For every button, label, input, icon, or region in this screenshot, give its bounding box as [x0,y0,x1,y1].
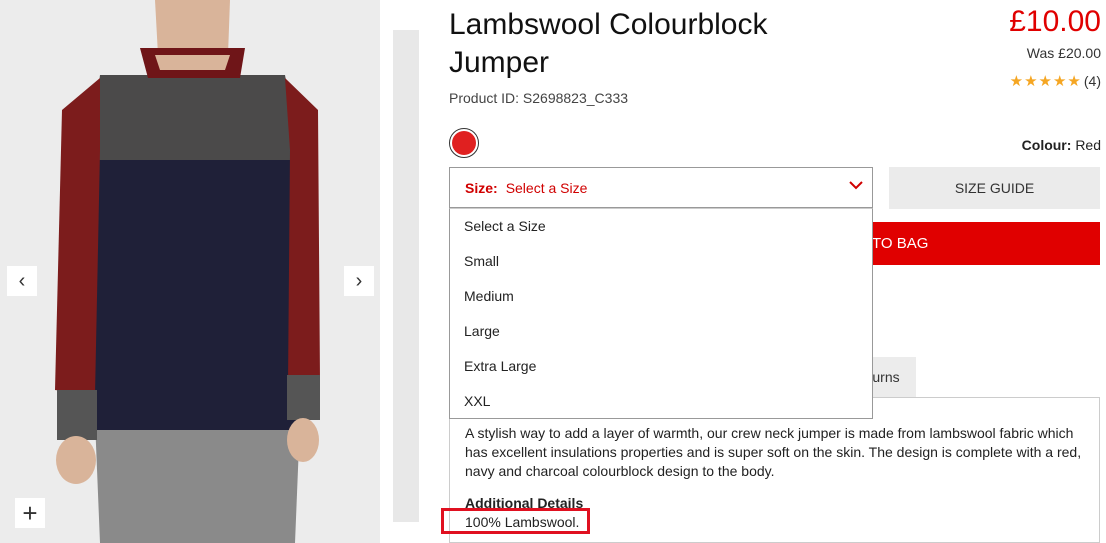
size-option-medium[interactable]: Medium [450,279,872,314]
colour-value: Red [1075,137,1101,153]
star-rating-icon: ★★★★★ [1009,73,1082,90]
size-guide-button[interactable]: SIZE GUIDE [889,167,1100,209]
thumbnail-scrollbar[interactable] [393,30,419,522]
size-option-large[interactable]: Large [450,314,872,349]
colour-label-heading: Colour: [1021,137,1072,153]
rating-count: (4) [1083,73,1101,89]
size-option-extra-large[interactable]: Extra Large [450,349,872,384]
rating[interactable]: ★★★★★ (4) [1010,72,1101,90]
size-select[interactable]: Size: Select a Size [449,167,873,208]
colour-label: Colour: Red [1022,137,1101,153]
size-select-label: Size: [465,179,498,196]
colour-swatch-red[interactable] [449,128,479,158]
product-id: Product ID: S2698823_C333 [449,90,629,106]
size-option-xxl[interactable]: XXL [450,384,872,419]
next-image-button[interactable]: › [344,266,374,296]
zoom-icon[interactable]: + [15,498,45,528]
highlight-box [441,508,590,534]
product-description: A stylish way to add a layer of warmth, … [465,425,1082,479]
current-price: £10.00 [1009,5,1101,38]
product-image [0,0,380,543]
size-option-select[interactable]: Select a Size [450,209,872,244]
product-title: Lambswool Colourblock Jumper [449,8,768,79]
size-select-value: Select a Size [505,179,588,196]
chevron-down-icon [848,177,864,198]
was-price: Was £20.00 [1026,45,1101,61]
previous-image-button[interactable]: ‹ [7,266,37,296]
size-option-small[interactable]: Small [450,244,872,279]
size-dropdown-list: Select a Size Small Medium Large Extra L… [449,208,873,419]
product-image-gallery: ‹ › + [0,0,380,543]
swatch-fill [452,131,476,155]
add-to-bag-label: TO BAG [872,235,929,252]
